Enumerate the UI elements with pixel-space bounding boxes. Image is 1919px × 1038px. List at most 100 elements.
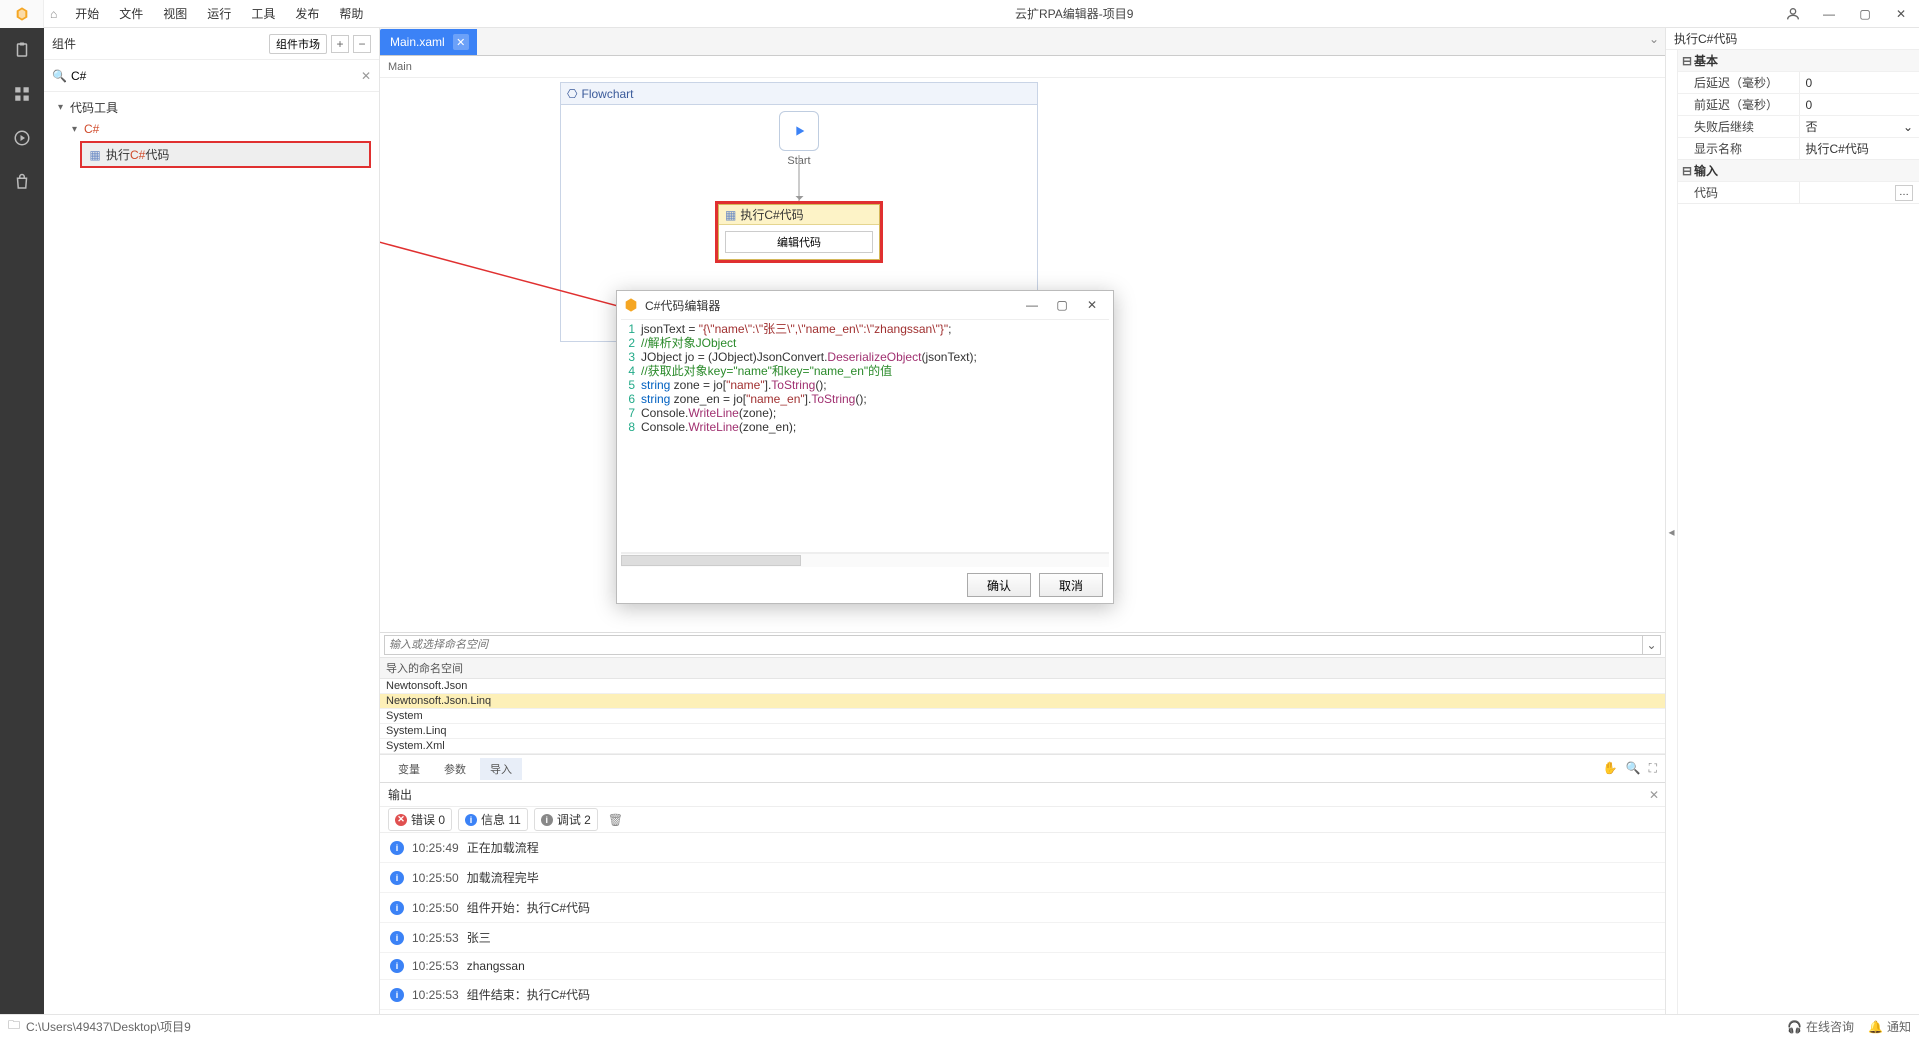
maximize-button[interactable]: ▢ (1847, 0, 1883, 28)
dialog-titlebar[interactable]: C#代码编辑器 — ▢ ✕ (617, 291, 1113, 319)
output-item[interactable]: i10:25:49正在加载流程 (380, 833, 1665, 863)
namespace-item[interactable]: System.Linq (380, 724, 1665, 739)
market-button[interactable]: 组件市场 (269, 34, 327, 54)
properties-panel: 执行C#代码 ◂ ⊟基本 后延迟（毫秒）0 前延迟（毫秒）0 失败后继续否⌄ 显… (1665, 28, 1919, 1014)
fit-icon[interactable]: ⛶ (1649, 761, 1657, 776)
namespace-list: Newtonsoft.JsonNewtonsoft.Json.LinqSyste… (380, 679, 1665, 754)
notifications[interactable]: 🔔通知 (1868, 1018, 1911, 1035)
tab-main[interactable]: Main.xaml ✕ (380, 29, 477, 55)
tree-node-csharp[interactable]: ▾C# (44, 119, 379, 139)
user-icon[interactable] (1775, 6, 1811, 22)
filter-info[interactable]: i信息 11 (458, 808, 528, 831)
project-path[interactable]: C:\Users\49437\Desktop\项目9 (26, 1018, 191, 1035)
component-tree: ▾代码工具 ▾C# ▦ 执行C#代码 (44, 92, 379, 1014)
menu-view[interactable]: 视图 (153, 1, 197, 26)
menu-publish[interactable]: 发布 (285, 1, 329, 26)
code-editor[interactable]: 12345678 jsonText = "{\"name\":\"张三\",\"… (621, 319, 1109, 553)
breadcrumb[interactable]: Main (380, 56, 1665, 78)
home-icon[interactable]: ⌂ (50, 7, 57, 21)
prop-post-delay[interactable]: 0 (1799, 72, 1919, 93)
line-gutter: 12345678 (621, 320, 637, 552)
minimize-button[interactable]: — (1811, 0, 1847, 28)
output-item[interactable]: i10:25:53zhangssan (380, 953, 1665, 980)
dialog-minimize-button[interactable]: — (1017, 293, 1047, 317)
output-item[interactable]: i10:25:50组件开始：执行C#代码 (380, 893, 1665, 923)
main-menu: 开始 文件 视图 运行 工具 发布 帮助 (65, 1, 373, 26)
menu-help[interactable]: 帮助 (329, 1, 373, 26)
tab-arguments[interactable]: 参数 (434, 758, 476, 780)
dialog-ok-button[interactable]: 确认 (967, 573, 1031, 597)
tabs-expand-icon[interactable]: ⌄ (1649, 32, 1659, 46)
collapse-all-button[interactable]: − (353, 35, 371, 53)
info-icon: i (390, 931, 404, 945)
filter-error[interactable]: ✕错误 0 (388, 808, 452, 831)
activity-icon: ▦ (725, 208, 736, 222)
menu-tools[interactable]: 工具 (241, 1, 285, 26)
editor-hscrollbar[interactable] (621, 553, 1109, 567)
rail-apps-icon[interactable] (10, 82, 34, 106)
filter-debug[interactable]: i调试 2 (534, 808, 598, 831)
folder-icon: 🗀 (8, 1016, 20, 1037)
output-panel: 输出 ✕ ✕错误 0 i信息 11 i调试 2 🗑 i10:25:49正在加载流… (380, 782, 1665, 1014)
output-close-icon[interactable]: ✕ (1649, 788, 1659, 802)
tab-variables[interactable]: 变量 (388, 758, 430, 780)
pan-icon[interactable]: ✋ (1603, 761, 1618, 776)
namespace-item[interactable]: Newtonsoft.Json (380, 679, 1665, 694)
dialog-close-button[interactable]: ✕ (1077, 293, 1107, 317)
prop-pre-delay[interactable]: 0 (1799, 94, 1919, 115)
titlebar: ⌂ 开始 文件 视图 运行 工具 发布 帮助 云扩RPA编辑器-项目9 — ▢ … (0, 0, 1919, 28)
search-icon: 🔍 (52, 69, 67, 83)
output-item[interactable]: i10:25:53项目结束：项目9. 耗时：00:00:03.760 (380, 1010, 1665, 1014)
app-logo (0, 0, 44, 28)
expand-all-button[interactable]: + (331, 35, 349, 53)
namespace-panel: ⌄ 导入的命名空间 Newtonsoft.JsonNewtonsoft.Json… (380, 632, 1665, 754)
bell-icon: 🔔 (1868, 1020, 1883, 1034)
namespace-item[interactable]: System (380, 709, 1665, 724)
flowchart-icon: ⎔ (567, 87, 577, 101)
prop-code[interactable]: … (1799, 182, 1919, 203)
code-area[interactable]: jsonText = "{\"name\":\"张三\",\"name_en\"… (637, 320, 1109, 552)
output-item[interactable]: i10:25:53张三 (380, 923, 1665, 953)
window-controls: — ▢ ✕ (1811, 0, 1919, 28)
properties-collapse-icon[interactable]: ◂ (1666, 50, 1678, 1014)
tab-imports[interactable]: 导入 (480, 758, 522, 780)
info-icon: i (390, 871, 404, 885)
output-item[interactable]: i10:25:50加载流程完毕 (380, 863, 1665, 893)
namespace-item[interactable]: System.Xml (380, 739, 1665, 754)
menu-file[interactable]: 文件 (109, 1, 153, 26)
namespace-dropdown-icon[interactable]: ⌄ (1643, 635, 1661, 655)
zoom-icon[interactable]: 🔍 (1626, 761, 1641, 776)
search-input[interactable] (71, 69, 361, 83)
rail-clipboard-icon[interactable] (10, 38, 34, 62)
rail-store-icon[interactable] (10, 170, 34, 194)
close-button[interactable]: ✕ (1883, 0, 1919, 28)
components-title: 组件 (52, 35, 269, 52)
online-consult[interactable]: 🎧在线咨询 (1787, 1018, 1854, 1035)
namespace-item[interactable]: Newtonsoft.Json.Linq (380, 694, 1665, 709)
designer-bottom-tabs: 变量 参数 导入 ✋ 🔍 ⛶ (380, 754, 1665, 782)
dialog-maximize-button[interactable]: ▢ (1047, 293, 1077, 317)
tab-close-icon[interactable]: ✕ (453, 34, 469, 50)
namespace-input[interactable] (384, 635, 1643, 655)
tree-node-codetools[interactable]: ▾代码工具 (44, 96, 379, 119)
prop-continue-on-fail[interactable]: 否⌄ (1799, 116, 1919, 137)
code-ellipsis-button[interactable]: … (1895, 185, 1913, 201)
execute-csharp-activity[interactable]: ▦执行C#代码 编辑代码 (715, 201, 883, 263)
tree-node-execute-csharp[interactable]: ▦ 执行C#代码 (80, 141, 371, 168)
tab-label: Main.xaml (390, 35, 445, 49)
edit-code-button[interactable]: 编辑代码 (725, 231, 873, 253)
clear-search-icon[interactable]: ✕ (361, 69, 371, 83)
group-input[interactable]: 输入 (1694, 162, 1718, 179)
dialog-logo (623, 297, 639, 313)
group-basic[interactable]: 基本 (1694, 52, 1718, 69)
rail-run-icon[interactable] (10, 126, 34, 150)
output-item[interactable]: i10:25:53组件结束：执行C#代码 (380, 980, 1665, 1010)
dialog-cancel-button[interactable]: 取消 (1039, 573, 1103, 597)
menu-start[interactable]: 开始 (65, 1, 109, 26)
menu-run[interactable]: 运行 (197, 1, 241, 26)
output-list[interactable]: i10:25:49正在加载流程i10:25:50加载流程完毕i10:25:50组… (380, 833, 1665, 1014)
info-icon: i (390, 988, 404, 1002)
dialog-title: C#代码编辑器 (645, 297, 1017, 314)
prop-display-name[interactable]: 执行C#代码 (1799, 138, 1919, 159)
clear-output-icon[interactable]: 🗑 (608, 813, 623, 827)
